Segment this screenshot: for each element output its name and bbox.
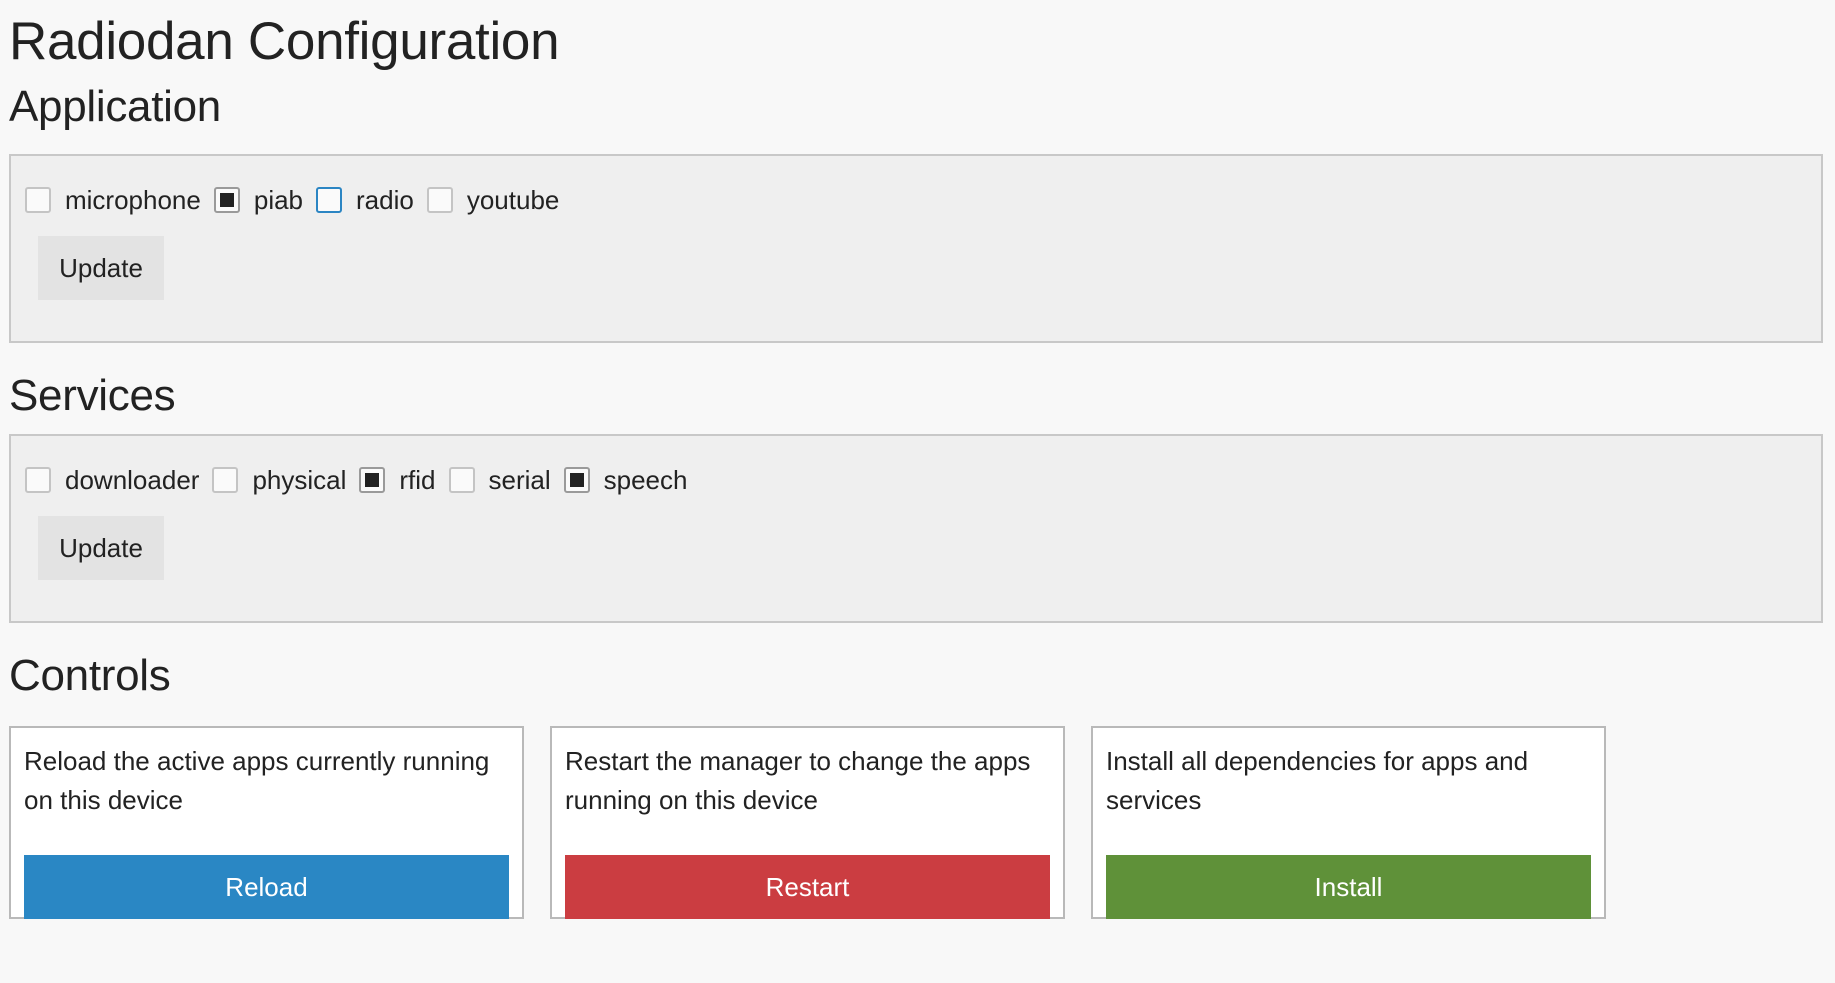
application-checkbox-list: microphone piab radio youtube (25, 184, 1821, 216)
services-option-physical[interactable]: physical (212, 464, 346, 496)
reload-button[interactable]: Reload (24, 855, 509, 919)
checkbox-label: serial (488, 465, 551, 495)
checkbox[interactable] (25, 187, 51, 213)
checkbox[interactable] (213, 187, 240, 213)
reload-description: Reload the active apps currently running… (24, 746, 490, 815)
checkbox-label: rfid (399, 465, 436, 495)
checkbox[interactable] (448, 467, 475, 493)
checkbox-label: youtube (466, 185, 560, 215)
application-option-radio[interactable]: radio (316, 184, 414, 216)
checkbox-label: piab (253, 185, 304, 215)
checkbox-label: physical (252, 465, 347, 495)
checkbox[interactable] (359, 467, 386, 493)
services-option-speech[interactable]: speech (563, 464, 688, 496)
checkbox[interactable] (25, 467, 51, 493)
services-option-downloader[interactable]: downloader (25, 464, 199, 496)
checkbox[interactable] (426, 187, 453, 213)
services-fieldset: downloader physical rfid serial speech U… (9, 434, 1823, 623)
services-option-rfid[interactable]: rfid (359, 464, 436, 496)
checkbox[interactable] (212, 467, 239, 493)
controls-panel: Reload the active apps currently running… (9, 726, 1835, 919)
checkbox-label: microphone (65, 185, 201, 215)
checkbox-label: radio (356, 185, 414, 215)
application-option-piab[interactable]: piab (213, 184, 304, 216)
restart-description: Restart the manager to change the apps r… (565, 746, 1031, 815)
services-heading: Services (9, 371, 176, 420)
application-option-youtube[interactable]: youtube (426, 184, 560, 216)
controls-heading: Controls (9, 651, 171, 700)
checkbox-label: downloader (65, 465, 200, 495)
page: Radiodan Configuration Application micro… (0, 0, 1835, 983)
application-fieldset: microphone piab radio youtube Update (9, 154, 1823, 343)
application-update-button[interactable]: Update (38, 236, 164, 300)
checkbox[interactable] (316, 187, 343, 213)
services-option-serial[interactable]: serial (448, 464, 551, 496)
application-heading: Application (9, 82, 221, 131)
install-card: Install all dependencies for apps and se… (1091, 726, 1606, 919)
install-button[interactable]: Install (1106, 855, 1591, 919)
services-update-button[interactable]: Update (38, 516, 164, 580)
checkbox-label: speech (603, 465, 688, 495)
restart-card: Restart the manager to change the apps r… (550, 726, 1065, 919)
install-description: Install all dependencies for apps and se… (1106, 746, 1529, 815)
page-title: Radiodan Configuration (9, 12, 560, 71)
application-option-microphone[interactable]: microphone (25, 184, 201, 216)
reload-card: Reload the active apps currently running… (9, 726, 524, 919)
checkbox[interactable] (563, 467, 590, 493)
services-checkbox-list: downloader physical rfid serial speech (25, 464, 1821, 496)
restart-button[interactable]: Restart (565, 855, 1050, 919)
